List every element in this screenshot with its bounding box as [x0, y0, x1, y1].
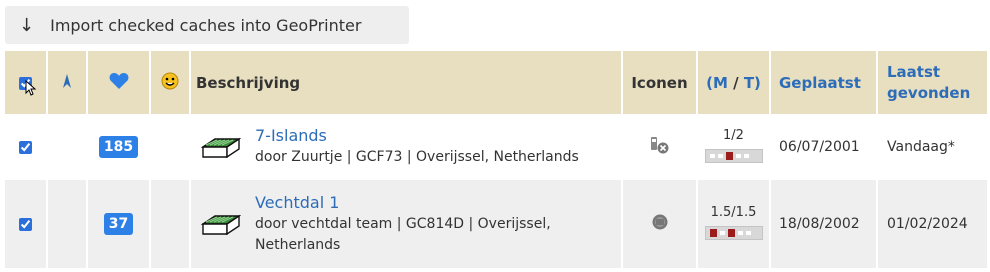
- dt-rating: 1/2: [723, 127, 744, 143]
- favorites-cell: 37: [87, 180, 151, 268]
- north-arrow-icon: [63, 73, 71, 88]
- down-arrow-icon: ↓: [19, 14, 35, 36]
- icons-cell: [622, 114, 698, 180]
- row-checkbox-cell: [5, 114, 48, 180]
- last-found-header-link[interactable]: Laatst gevonden: [877, 51, 987, 114]
- difficulty-terrain-header[interactable]: (M / T): [697, 51, 771, 114]
- found-cell: [150, 114, 191, 180]
- last-found-date: 01/02/2024: [887, 216, 968, 232]
- dt-rating-bar: [704, 225, 763, 240]
- cache-name-link[interactable]: 7-Islands: [255, 126, 327, 145]
- placed-date: 06/07/2001: [770, 114, 878, 180]
- difficulty-sort-link[interactable]: M: [713, 74, 728, 92]
- cache-details: door Zuurtje | GCF73 | Overijssel, Nethe…: [255, 149, 579, 165]
- table-row: 185 7-Islands door Zuurtje | GCF73 | Ove…: [5, 114, 987, 180]
- wheelchair-no-icon: [650, 137, 668, 154]
- table-header-row: Beschrijving Iconen (M / T) Geplaatst La…: [5, 51, 987, 114]
- description-cell: 7-Islands door Zuurtje | GCF73 | Overijs…: [190, 114, 623, 180]
- placed-header-link[interactable]: Geplaatst: [770, 51, 878, 114]
- dt-rating: 1.5/1.5: [710, 204, 757, 220]
- cache-details: door vechtdal team | GC814D | Overijssel…: [255, 215, 551, 253]
- last-found-date: Vandaag*: [887, 139, 955, 155]
- cache-name-link[interactable]: Vechtdal 1: [255, 193, 339, 212]
- mouse-cursor-icon: [25, 79, 37, 96]
- found-header[interactable]: [150, 51, 191, 114]
- difficulty-terrain-cell: 1/2: [697, 114, 771, 180]
- traditional-cache-icon: [201, 137, 241, 159]
- difficulty-terrain-cell: 1.5/1.5: [697, 180, 771, 268]
- traditional-cache-icon: [201, 214, 241, 236]
- icons-header: Iconen: [622, 51, 698, 114]
- row-checkbox-cell: [5, 180, 48, 268]
- import-button-label: Import checked caches into GeoPrinter: [50, 15, 362, 35]
- placed-date: 18/08/2002: [770, 180, 878, 268]
- import-geoprinter-button[interactable]: ↓ Import checked caches into GeoPrinter: [5, 6, 409, 44]
- heart-icon: [109, 72, 128, 89]
- table-row: 37 Vechtdal 1 door vechtdal team | GC814…: [5, 180, 987, 268]
- found-cell: [150, 180, 191, 268]
- favorites-badge: 185: [98, 136, 139, 158]
- direction-header[interactable]: [47, 51, 88, 114]
- favorites-cell: 185: [87, 114, 151, 180]
- smiley-icon: [161, 72, 179, 89]
- direction-cell: [47, 114, 88, 180]
- icons-cell: [622, 180, 698, 268]
- gear-icon: [652, 214, 667, 230]
- direction-cell: [47, 180, 88, 268]
- row-checkbox[interactable]: [19, 140, 32, 154]
- favorites-badge: 37: [103, 213, 134, 235]
- select-all-cell: [5, 51, 48, 114]
- description-cell: Vechtdal 1 door vechtdal team | GC814D |…: [190, 180, 623, 268]
- description-header[interactable]: Beschrijving: [190, 51, 623, 114]
- dt-rating-bar: [704, 148, 763, 163]
- favorites-header[interactable]: [87, 51, 151, 114]
- caches-table: Beschrijving Iconen (M / T) Geplaatst La…: [5, 51, 987, 268]
- row-checkbox[interactable]: [19, 217, 32, 231]
- terrain-sort-link[interactable]: T: [744, 74, 754, 92]
